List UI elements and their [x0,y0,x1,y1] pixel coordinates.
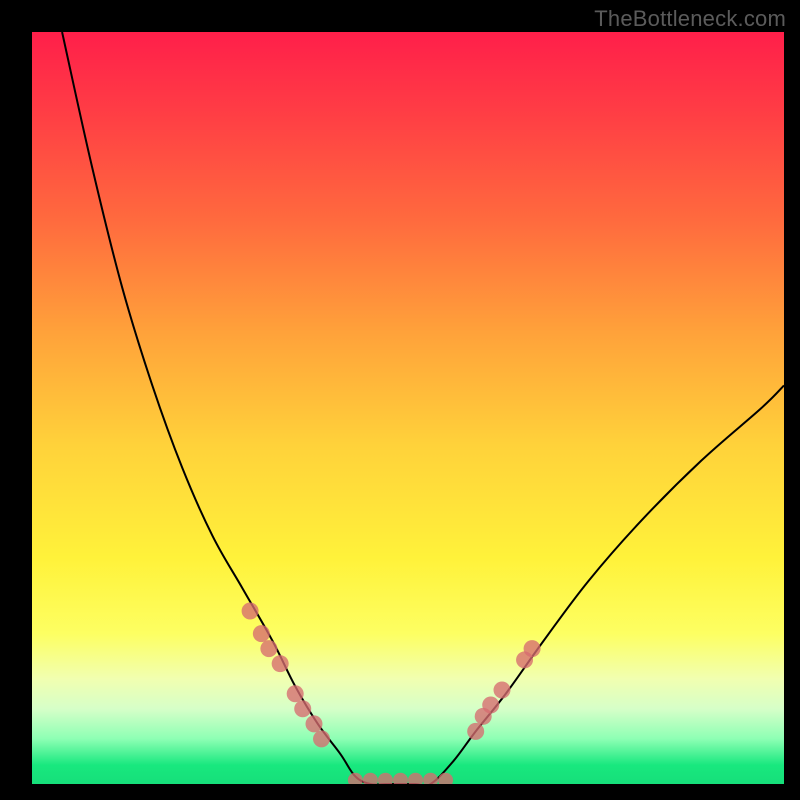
data-point [393,773,408,784]
data-point [272,655,289,672]
data-point [287,685,304,702]
curve-layer [32,32,784,784]
data-point [294,700,311,717]
watermark-text: TheBottleneck.com [594,6,786,32]
data-point [482,697,499,714]
chart-container: TheBottleneck.com [0,0,800,800]
data-point [306,715,323,732]
data-point [260,640,277,657]
data-point [467,723,484,740]
data-point [408,773,423,784]
data-point [313,730,330,747]
plot-area [32,32,784,784]
data-point [253,625,270,642]
data-point [363,773,378,784]
data-point [242,603,259,620]
data-point [494,682,511,699]
data-point [423,773,438,784]
data-point [378,773,393,784]
data-point [524,640,541,657]
data-point [348,773,363,784]
bottleneck-curve [62,32,784,784]
